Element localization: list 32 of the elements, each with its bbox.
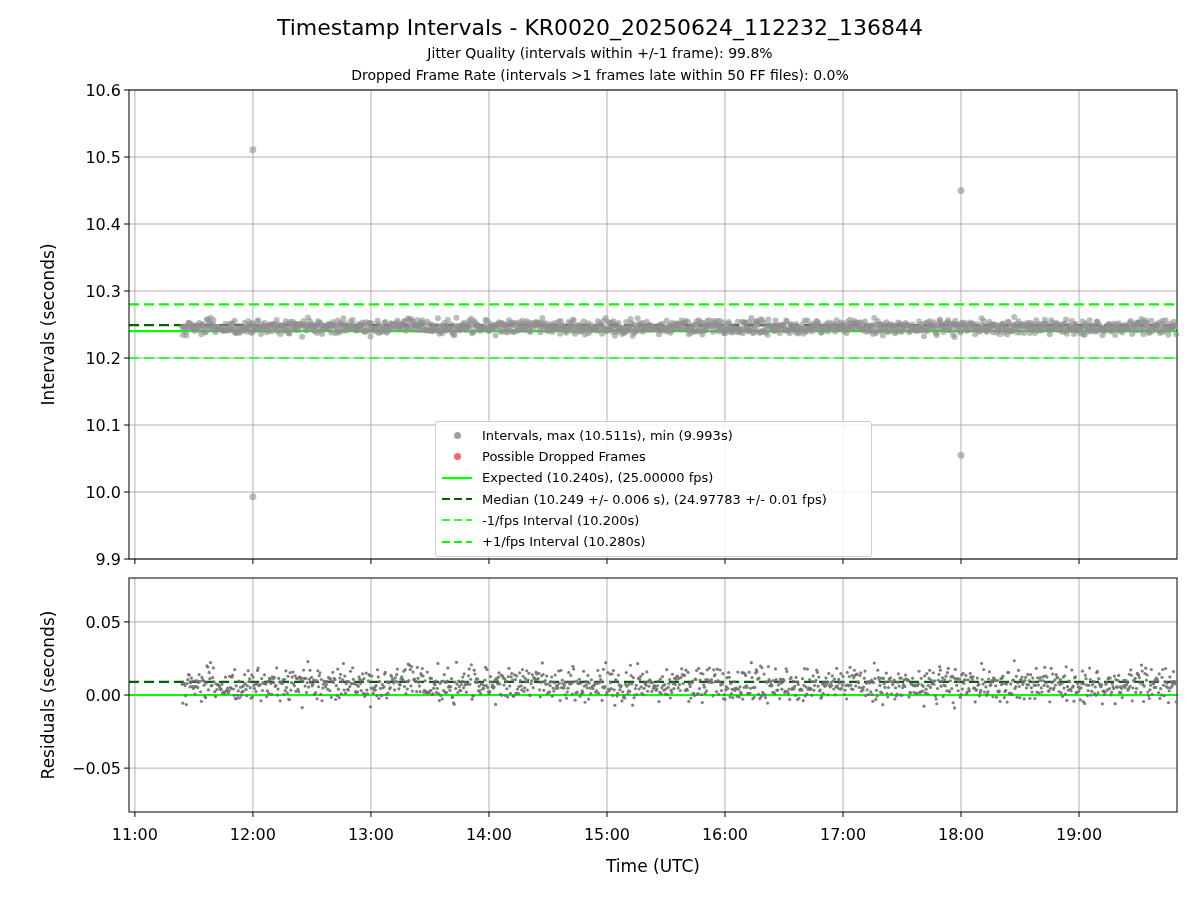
tick-label: 10.1: [85, 416, 121, 435]
tick-label: 18:00: [937, 825, 985, 844]
axis-label: Intervals (seconds): [38, 243, 58, 406]
tick-label: 10.0: [85, 483, 121, 502]
tick-label: −0.05: [71, 759, 121, 779]
tick-label: 16:00: [701, 825, 749, 844]
tick-label: 10.2: [85, 349, 121, 368]
axis-label: Time (UTC): [606, 856, 700, 876]
tick-label: 14:00: [465, 825, 512, 844]
chart-title: Timestamp Intervals - KR0020_20250624_112232_136844: [276, 14, 924, 42]
tick-label: 0.05: [85, 612, 121, 632]
tick-label: 15:00: [583, 825, 631, 844]
axis-label: Residuals (seconds): [38, 610, 58, 780]
legend-label: +1/fps Interval (10.280s): [482, 534, 646, 550]
legend-label: Intervals, max (10.511s), min (9.993s): [482, 428, 733, 444]
tick-label: 17:00: [819, 825, 867, 844]
tick-label: 10.6: [85, 81, 121, 100]
tick-label: 10.4: [85, 215, 121, 234]
tick-label: 9.9: [95, 550, 121, 568]
legend-label: -1/fps Interval (10.200s): [482, 512, 640, 528]
tick-label: 19:00: [1056, 825, 1103, 844]
tick-label: 12:00: [229, 825, 276, 844]
tick-label: 10.3: [85, 282, 121, 301]
tick-label: 13:00: [347, 825, 394, 844]
legend-label: Expected (10.240s), (25.00000 fps): [482, 470, 714, 486]
tick-label: 10.5: [85, 148, 121, 167]
legend-label: Possible Dropped Frames: [482, 449, 646, 465]
tick-label: 0.00: [85, 686, 121, 705]
chart-subtitle: Jitter Quality (intervals within +/-1 frame): 99.8%: [427, 44, 773, 63]
tick-label: 11:00: [111, 825, 158, 844]
legend-label: Median (10.249 +/- 0.006 s), (24.97783 +/- 0.01 fps): [482, 491, 827, 507]
chart-subtitle: Dropped Frame Rate (intervals >1 frames late within 50 FF files): 0.0%: [351, 66, 849, 85]
